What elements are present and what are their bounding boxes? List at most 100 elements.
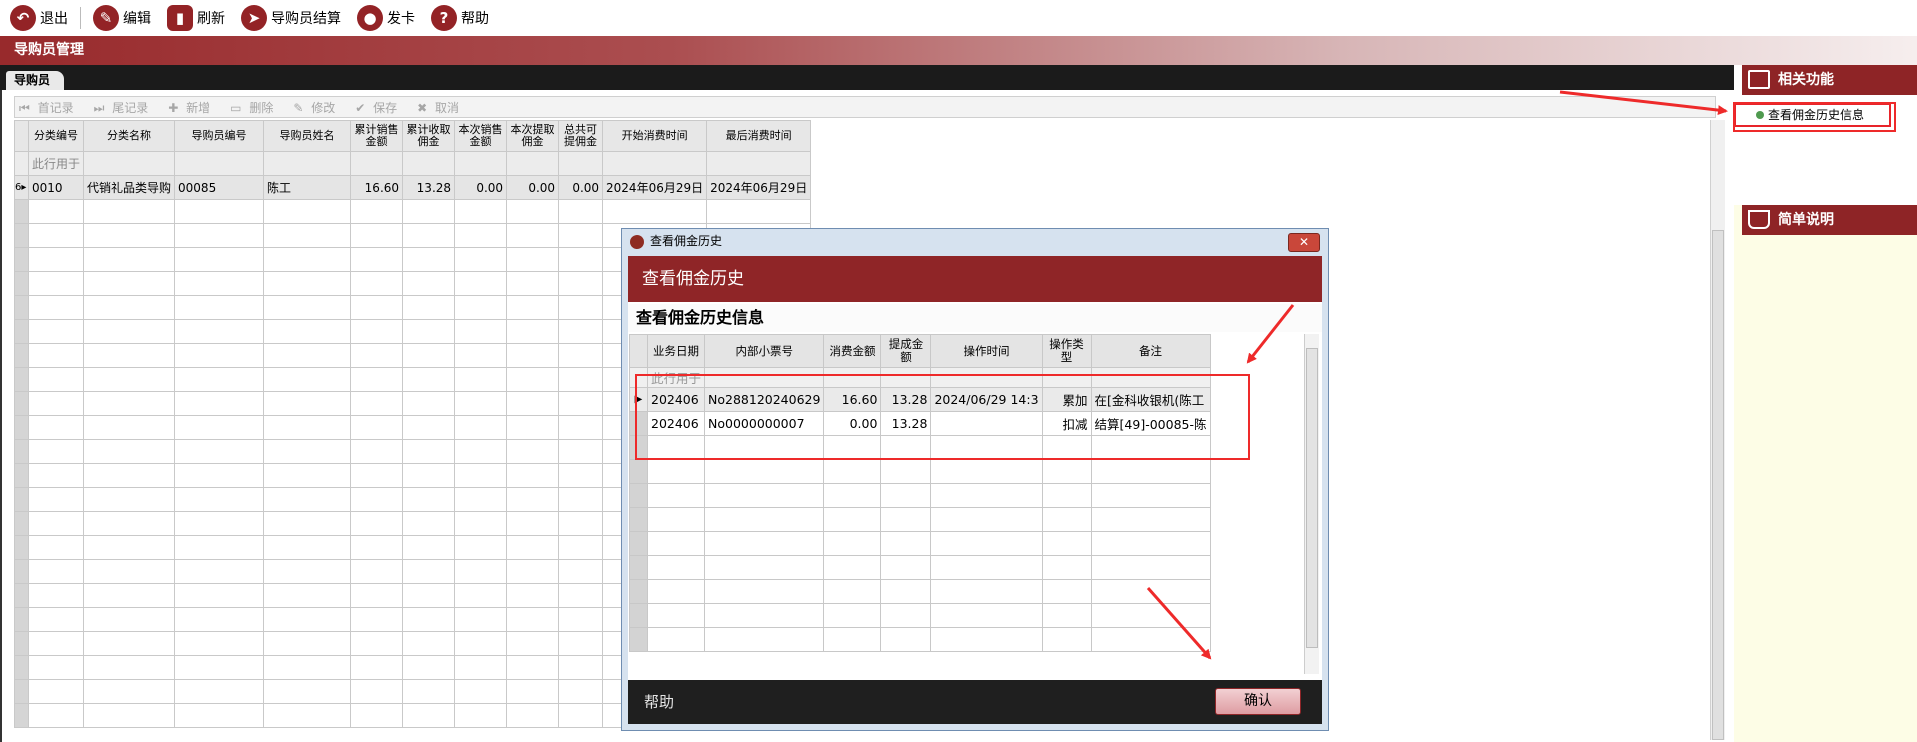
table-cell[interactable]: 累加	[1041, 387, 1092, 412]
table-cell[interactable]: 结算[49]-00085-陈	[1090, 411, 1211, 436]
add-label: 新增	[186, 100, 211, 115]
column-header[interactable]: 消费金额	[823, 334, 882, 368]
bullet-icon	[1756, 111, 1764, 119]
table-cell[interactable]: 代销礼品类导购	[83, 175, 176, 200]
dialog-window-title: 查看佣金历史	[650, 234, 723, 248]
table-cell[interactable]: 0.00	[506, 175, 560, 200]
table-row[interactable]: 6▸ 0010 代销礼品类导购 00085 陈工 16.60 13.28 0.0…	[14, 175, 812, 200]
column-header[interactable]: 内部小票号	[704, 334, 825, 368]
empty-row	[629, 579, 1211, 604]
column-header[interactable]: 开始消费时间	[602, 120, 708, 152]
table-cell[interactable]: 陈工	[263, 175, 352, 200]
table-cell[interactable]: 202406	[646, 411, 706, 436]
table-cell[interactable]: 13.28	[880, 411, 932, 436]
row-indicator: ▶	[629, 387, 648, 412]
table-cell[interactable]: No288120240629	[704, 387, 825, 412]
column-header[interactable]: 本次提取佣金	[506, 120, 560, 152]
view-commission-history-label: 查看佣金历史信息	[1768, 108, 1865, 122]
column-header[interactable]: 操作类型	[1041, 334, 1092, 368]
related-functions-title: 相关功能	[1778, 72, 1834, 88]
column-header[interactable]: 备注	[1090, 334, 1211, 368]
table-header: 分类编号 分类名称 导购员编号 导购员姓名 累计销售金额 累计收取佣金 本次销售…	[14, 120, 812, 152]
table-cell[interactable]: 2024年06月29日	[706, 175, 812, 200]
first-record-button[interactable]: ⏮ 首记录	[19, 99, 82, 116]
table-cell[interactable]: 2024/06/29 14:3	[930, 387, 1043, 412]
modify-label: 修改	[311, 100, 336, 115]
table-cell[interactable]: 13.28	[402, 175, 456, 200]
scrollbar-thumb[interactable]	[1712, 230, 1724, 740]
table-row[interactable]: 202406 No0000000007 0.00 13.28 扣减 结算[49]…	[629, 411, 1211, 436]
dialog-titlebar: 查看佣金历史 ✕	[622, 229, 1328, 254]
exit-button[interactable]: ↶ 退出	[10, 3, 68, 33]
column-header[interactable]: 累计销售金额	[350, 120, 404, 152]
column-header[interactable]: 操作时间	[930, 334, 1043, 368]
tab-bar: 导购员	[0, 65, 1734, 90]
refresh-button[interactable]: ▮ 刷新	[167, 3, 225, 33]
dialog-help-button[interactable]: 帮助	[644, 691, 674, 712]
filter-row[interactable]: 此行用于	[14, 151, 812, 176]
edit-button[interactable]: ✎ 编辑	[93, 3, 151, 33]
cancel-label: 取消	[435, 100, 460, 115]
exit-label: 退出	[40, 11, 68, 27]
table-cell[interactable]: 在[金科收银机(陈工	[1090, 387, 1211, 412]
table-cell[interactable]: 00085	[174, 175, 265, 200]
refresh-icon: ▮	[167, 5, 193, 31]
grid-scrollbar[interactable]	[1710, 120, 1725, 740]
column-header[interactable]: 提成金额	[880, 334, 932, 368]
table-cell[interactable]: 0.00	[823, 411, 882, 436]
modify-button[interactable]: ✎ 修改	[293, 99, 343, 116]
table-cell[interactable]: 13.28	[880, 387, 932, 412]
send-icon: ➤	[241, 5, 267, 31]
table-cell[interactable]: 2024年06月29日	[602, 175, 708, 200]
table-cell[interactable]: 0.00	[454, 175, 508, 200]
settle-label: 导购员结算	[271, 11, 341, 27]
table-cell[interactable]	[930, 411, 1043, 436]
last-record-label: 尾记录	[112, 100, 149, 115]
cup-icon	[1748, 210, 1770, 229]
column-header[interactable]: 导购员姓名	[263, 120, 352, 152]
confirm-button[interactable]: 确认	[1215, 688, 1301, 715]
view-commission-history-link[interactable]: 查看佣金历史信息	[1734, 103, 1891, 127]
column-header[interactable]: 总共可提佣金	[558, 120, 604, 152]
close-button[interactable]: ✕	[1288, 233, 1320, 252]
delete-label: 删除	[249, 100, 274, 115]
scrollbar-thumb[interactable]	[1306, 348, 1318, 648]
column-header[interactable]: 分类编号	[27, 120, 85, 152]
column-header[interactable]: 本次销售金额	[454, 120, 508, 152]
settle-button[interactable]: ➤ 导购员结算	[241, 3, 341, 33]
table-row[interactable]: ▶ 202406 No288120240629 16.60 13.28 2024…	[629, 387, 1211, 412]
filter-cell[interactable]: 此行用于	[27, 151, 85, 176]
table-cell[interactable]: No0000000007	[704, 411, 825, 436]
cancel-button[interactable]: ✖ 取消	[417, 99, 467, 116]
pencil-icon: ✎	[93, 5, 119, 31]
column-header[interactable]: 业务日期	[646, 334, 706, 368]
column-header[interactable]: 最后消费时间	[706, 120, 812, 152]
last-record-button[interactable]: ⏭ 尾记录	[94, 99, 157, 116]
table-cell[interactable]: 16.60	[350, 175, 404, 200]
save-label: 保存	[373, 100, 398, 115]
empty-row	[629, 483, 1211, 508]
table-cell[interactable]: 16.60	[823, 387, 882, 412]
filter-row[interactable]: 此行用于	[629, 367, 1211, 388]
table-cell[interactable]: 扣减	[1041, 411, 1092, 436]
issue-card-label: 发卡	[387, 11, 415, 27]
column-header[interactable]: 分类名称	[83, 120, 176, 152]
issue-card-button[interactable]: ● 发卡	[357, 3, 415, 33]
filter-cell[interactable]: 此行用于	[646, 367, 706, 388]
column-header[interactable]: 导购员编号	[174, 120, 265, 152]
empty-row	[14, 199, 812, 224]
table-cell[interactable]: 0.00	[558, 175, 604, 200]
exit-icon: ↶	[10, 5, 36, 31]
column-header[interactable]: 累计收取佣金	[402, 120, 456, 152]
grid-toolbar: ⏮ 首记录 ⏭ 尾记录 ✚ 新增 ▭ 删除 ✎ 修改 ✔ 保存 ✖ 取消	[14, 96, 1716, 118]
add-button[interactable]: ✚ 新增	[168, 99, 218, 116]
help-button[interactable]: ? 帮助	[431, 3, 489, 33]
page-title: 导购员管理	[0, 36, 1917, 65]
delete-button[interactable]: ▭ 删除	[230, 99, 281, 116]
row-indicator	[14, 151, 29, 176]
dialog-scrollbar[interactable]	[1304, 334, 1319, 674]
table-cell[interactable]: 0010	[27, 175, 85, 200]
tab-shopping-guide[interactable]: 导购员	[6, 71, 65, 90]
table-cell[interactable]: 202406	[646, 387, 706, 412]
save-button[interactable]: ✔ 保存	[355, 99, 405, 116]
